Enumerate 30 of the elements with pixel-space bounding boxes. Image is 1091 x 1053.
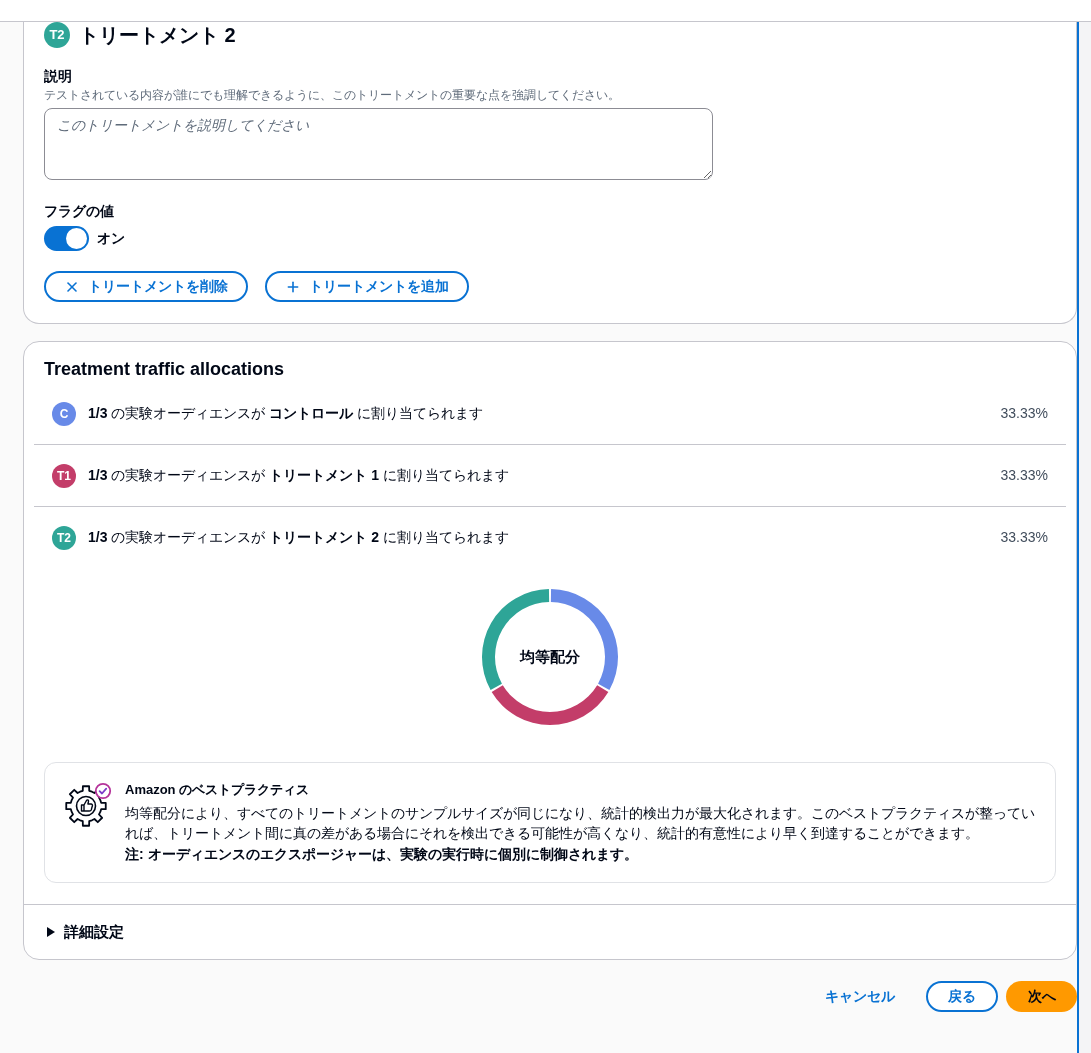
allocations-title: Treatment traffic allocations [44, 359, 285, 379]
flag-toggle[interactable] [44, 226, 89, 251]
description-field[interactable]: このトリートメントを説明してください [44, 108, 713, 180]
allocation-percent: 33.33% [1000, 404, 1048, 423]
toggle-state-label: オン [97, 229, 125, 248]
description-label: 説明 [44, 67, 72, 86]
allocation-percent: 33.33% [1000, 466, 1048, 485]
treatment-badge: T2 [44, 22, 70, 48]
best-practice-title: Amazon のベストプラクティス [125, 781, 310, 799]
gear-thumbs-up-icon [64, 781, 112, 827]
caret-icon [46, 927, 56, 937]
chart-center-label: 均等配分 [520, 646, 580, 667]
cancel-button[interactable]: キャンセル [821, 981, 899, 1012]
best-practice-note: 注: オーディエンスのエクスポージャーは、実験の実行時に個別に制御されます。 [125, 845, 638, 864]
treatment-badge: T2 [52, 525, 76, 550]
allocation-text: 1/3 の実験オーディエンスが コントロール に割り当てられます [88, 404, 484, 423]
next-button[interactable]: 次へ [1006, 981, 1077, 1012]
advanced-settings-toggle[interactable]: 詳細設定 [46, 920, 124, 944]
remove-treatment-button[interactable]: トリートメントを削除 [44, 271, 248, 302]
add-treatment-button[interactable]: トリートメントを追加 [265, 271, 469, 302]
flag-label: フラグの値 [44, 202, 114, 221]
treatment-badge: C [52, 401, 76, 426]
back-button[interactable]: 戻る [926, 981, 998, 1012]
allocation-text: 1/3 の実験オーディエンスが トリートメント 1 に割り当てられます [88, 466, 509, 485]
best-practice-text: 均等配分により、すべてのトリートメントのサンプルサイズが同じになり、統計的検出力が最大化されます。このベストプラクティスが整っていれば、トリートメント間に真の差がある場合にそれを検出できる可能性が高くなり、統計的有意性により早く到達することができます。 [125, 804, 1036, 843]
allocation-percent: 33.33% [1000, 528, 1048, 547]
treatment-badge: T1 [52, 463, 76, 488]
allocation-text: 1/3 の実験オーディエンスが トリートメント 2 に割り当てられます [88, 528, 509, 547]
treatment-title: トリートメント 2 [79, 23, 236, 48]
description-hint: テストされている内容が誰にでも理解できるように、このトリートメントの重要な点を強調してください。 [44, 87, 620, 103]
